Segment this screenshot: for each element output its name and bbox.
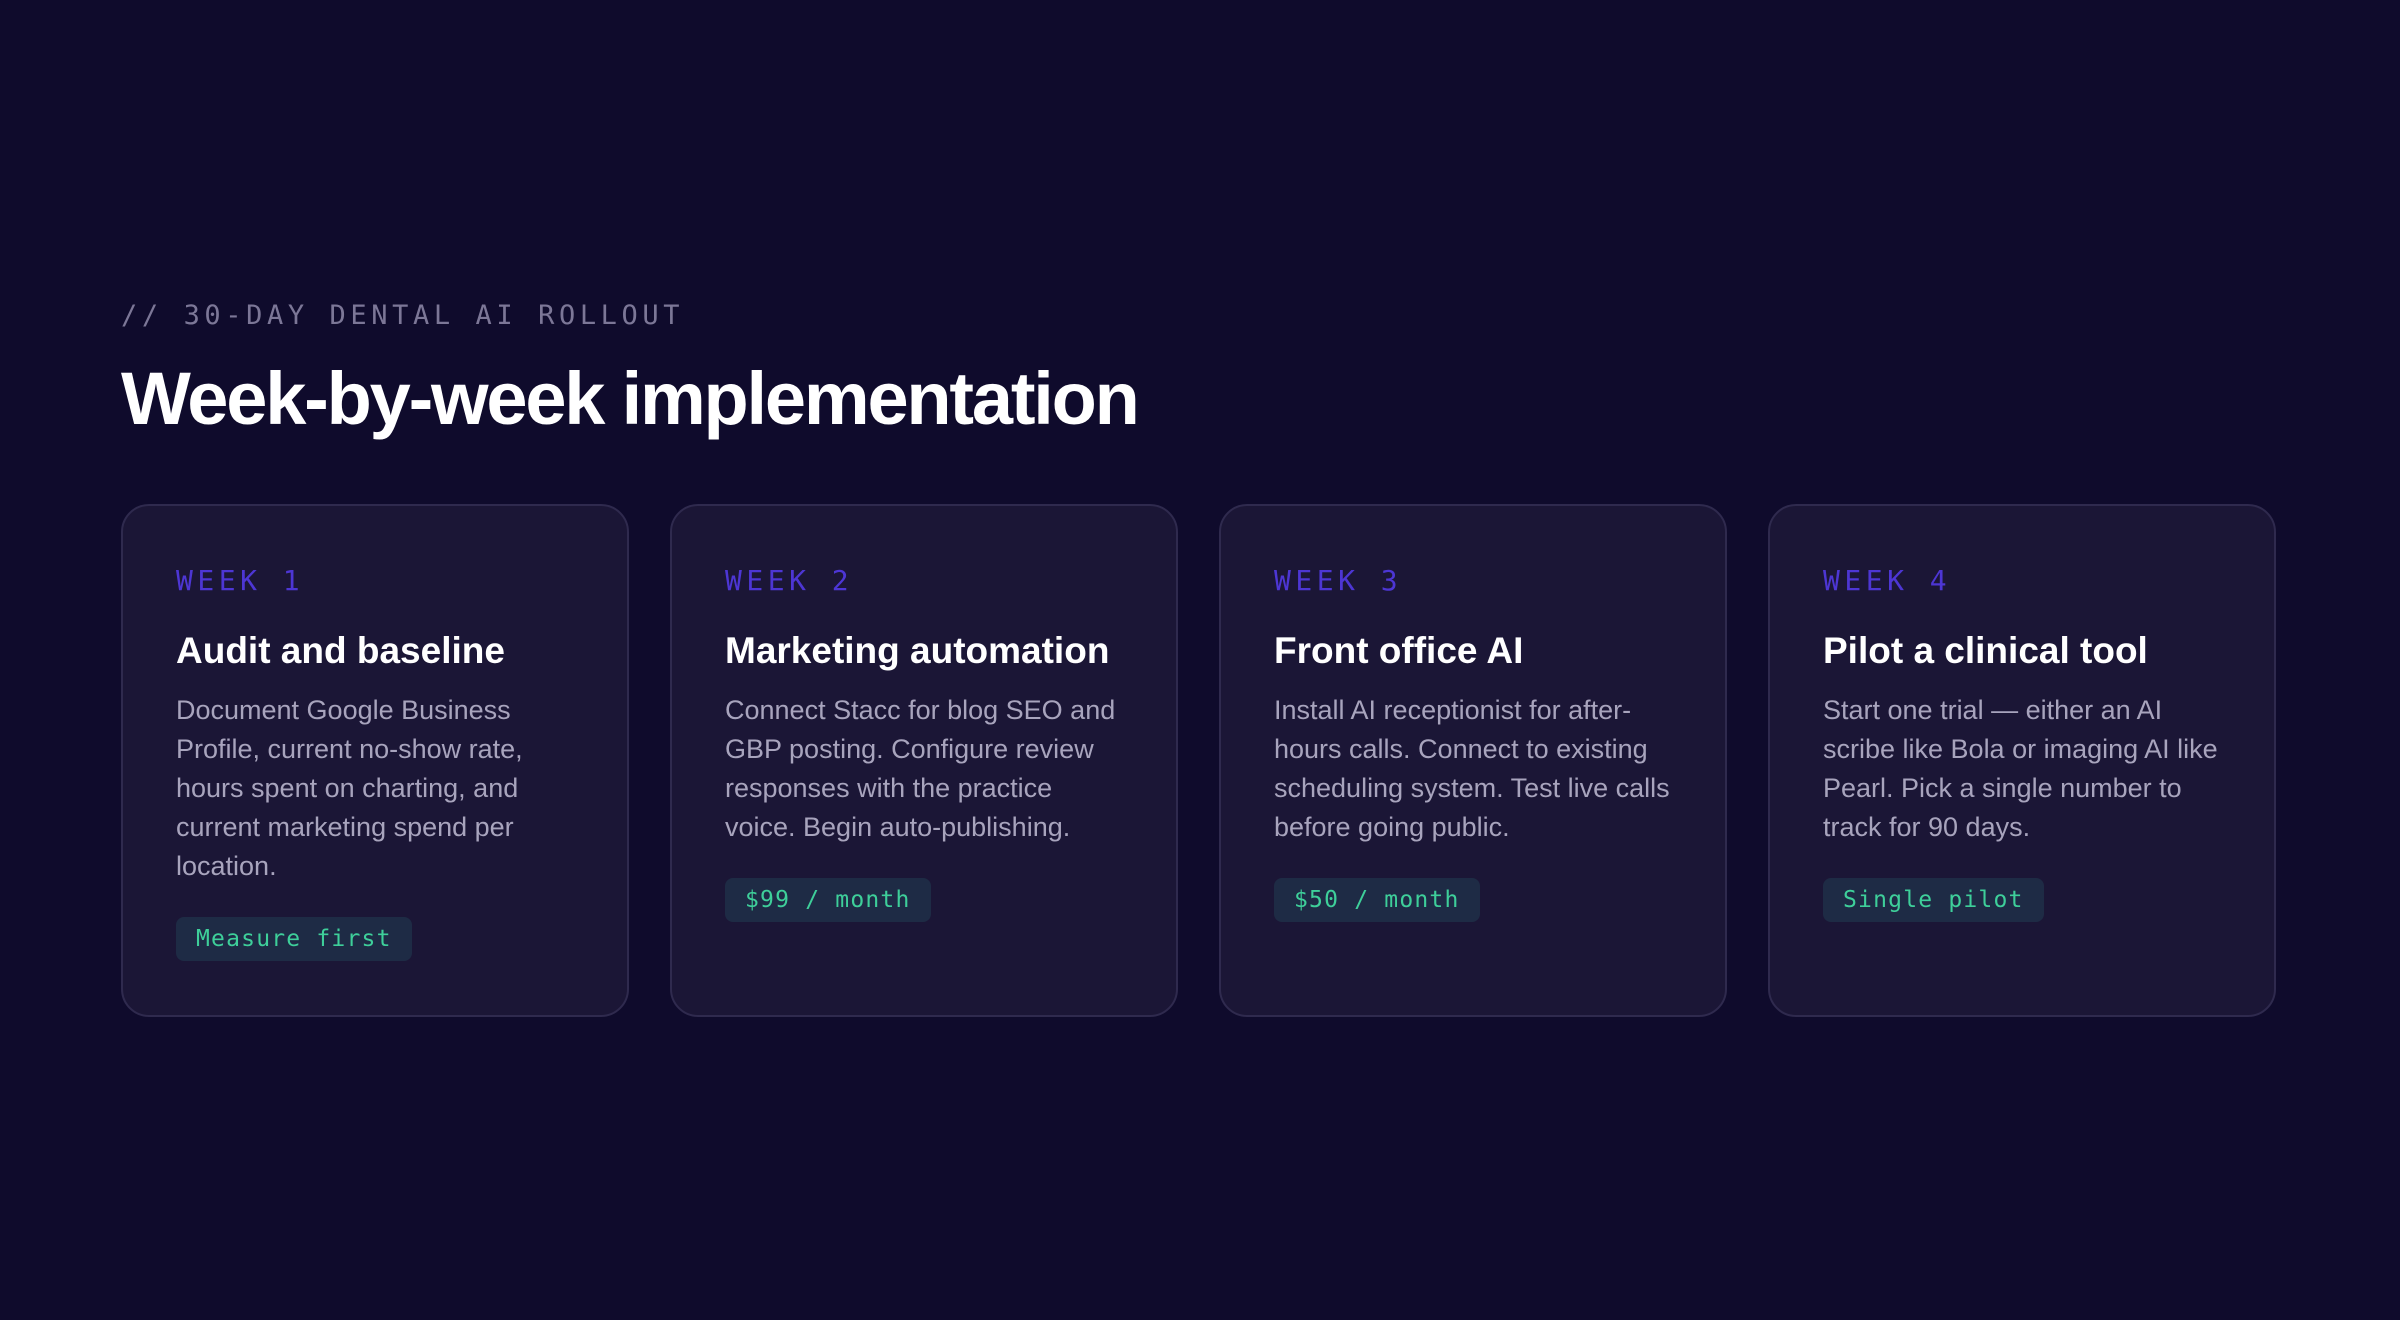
- card-title: Marketing automation: [725, 630, 1110, 671]
- card-badge: Measure first: [176, 917, 412, 961]
- card-badge: $50 / month: [1274, 878, 1480, 922]
- card-badge: Single pilot: [1823, 878, 2044, 922]
- week-cards: WEEK 1 Audit and baseline Document Googl…: [121, 504, 2276, 1017]
- week-label: WEEK 3: [1274, 564, 1403, 597]
- card-description: Connect Stacc for blog SEO and GBP posti…: [725, 695, 1116, 842]
- week-card-1: WEEK 1 Audit and baseline Document Googl…: [121, 504, 629, 1017]
- week-card-4: WEEK 4 Pilot a clinical tool Start one t…: [1768, 504, 2276, 1017]
- rollout-section: // 30-DAY DENTAL AI ROLLOUT Week-by-week…: [121, 298, 2281, 1017]
- card-description: Install AI receptionist for after-hours …: [1274, 695, 1670, 842]
- section-eyebrow: // 30-DAY DENTAL AI ROLLOUT: [121, 300, 685, 331]
- page-title: Week-by-week implementation: [121, 357, 1140, 440]
- week-label: WEEK 2: [725, 564, 854, 597]
- card-title: Audit and baseline: [176, 630, 505, 671]
- week-card-2: WEEK 2 Marketing automation Connect Stac…: [670, 504, 1178, 1017]
- card-badge: $99 / month: [725, 878, 931, 922]
- card-description: Document Google Business Profile, curren…: [176, 695, 523, 881]
- card-description: Start one trial — either an AI scribe li…: [1823, 695, 2218, 842]
- week-label: WEEK 1: [176, 564, 305, 597]
- card-title: Pilot a clinical tool: [1823, 630, 2148, 671]
- card-title: Front office AI: [1274, 630, 1524, 671]
- week-card-3: WEEK 3 Front office AI Install AI recept…: [1219, 504, 1727, 1017]
- week-label: WEEK 4: [1823, 564, 1952, 597]
